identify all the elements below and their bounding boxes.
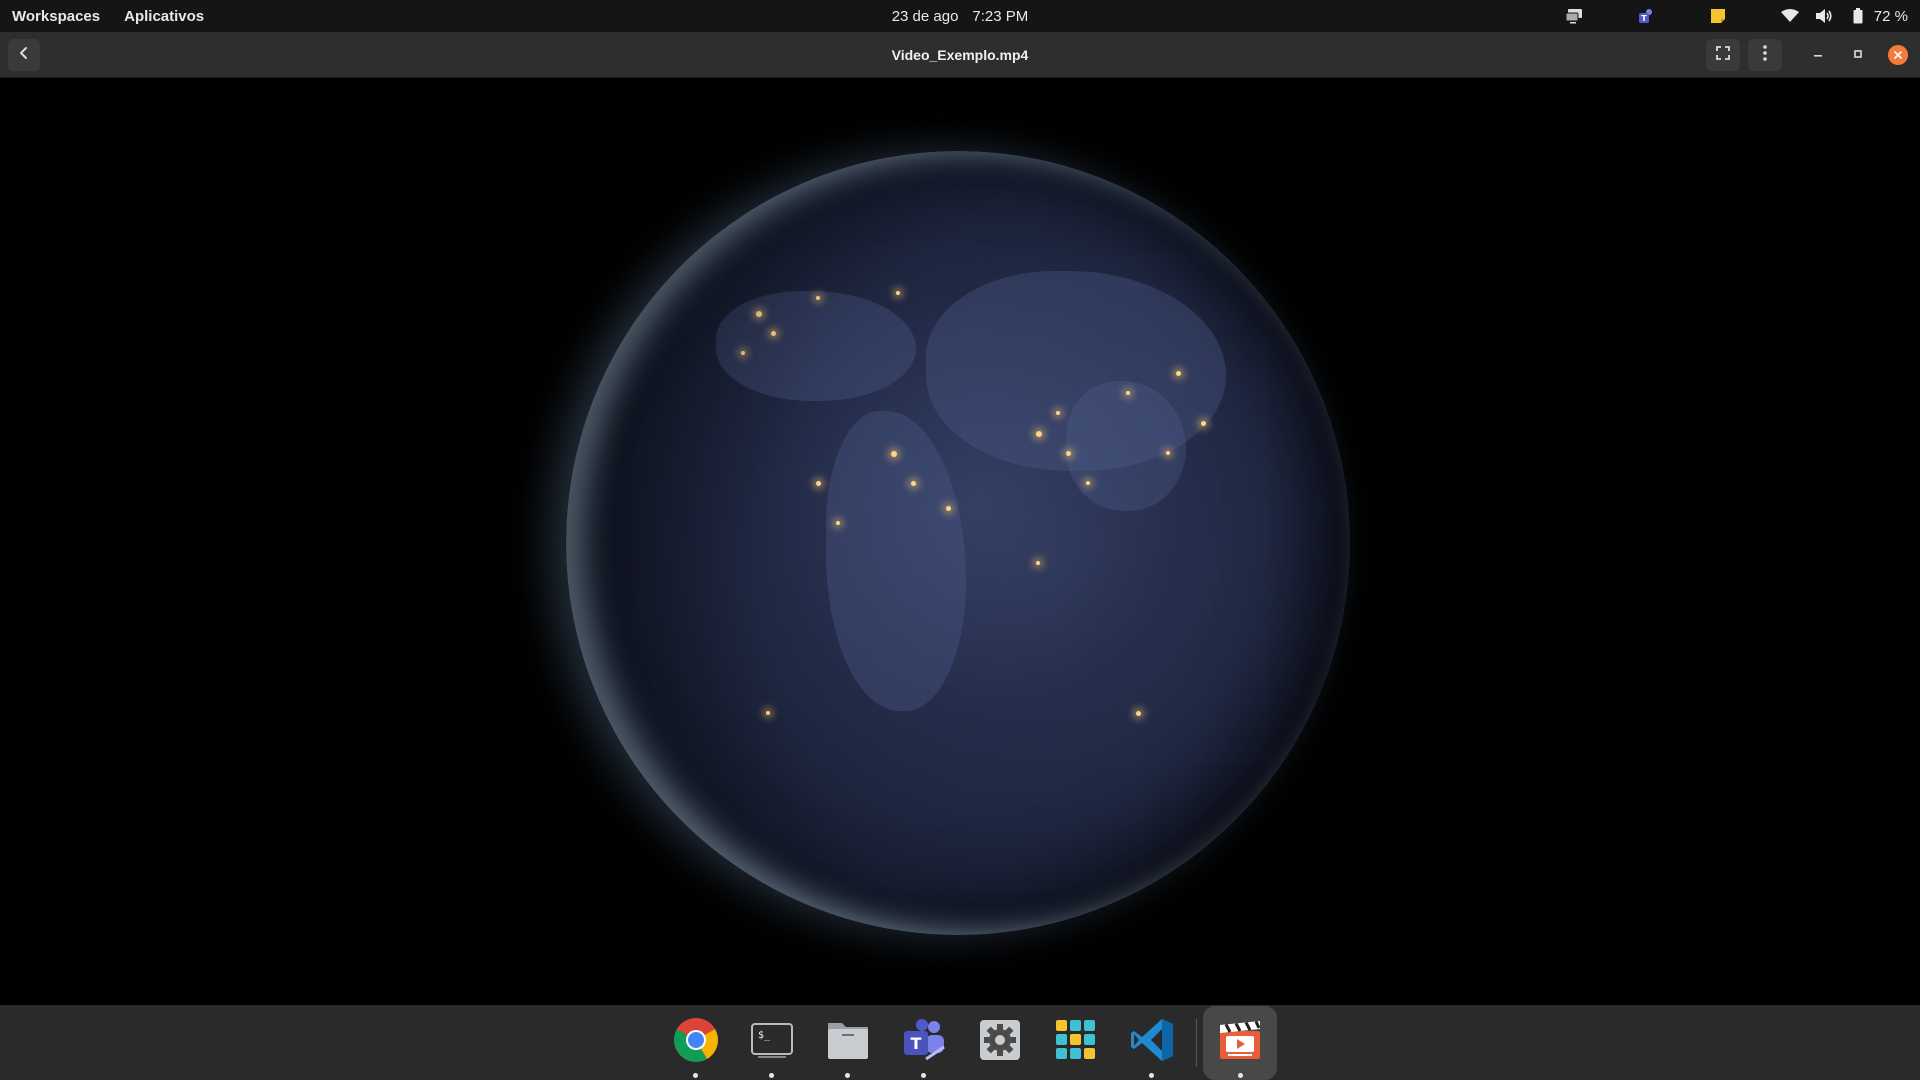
fullscreen-button[interactable] <box>1706 39 1740 71</box>
minimize-button[interactable] <box>1804 41 1832 69</box>
maximize-button[interactable] <box>1844 41 1872 69</box>
minimize-icon <box>1813 46 1823 64</box>
workspaces-button[interactable]: Workspaces <box>12 8 100 25</box>
time-label[interactable]: 7:23 PM <box>972 8 1028 25</box>
chrome-icon <box>672 1016 720 1069</box>
applications-button[interactable]: Aplicativos <box>124 8 204 25</box>
dock-item-vscode[interactable] <box>1114 1005 1190 1080</box>
window-title: Video_Exemplo.mp4 <box>891 47 1029 63</box>
dock-item-chrome[interactable] <box>658 1005 734 1080</box>
vscode-icon <box>1129 1017 1175 1068</box>
battery-icon[interactable] <box>1848 6 1868 26</box>
screen-share-icon[interactable] <box>1564 6 1584 26</box>
header-controls <box>1698 39 1908 71</box>
dock-items: $_ T <box>658 1005 1277 1080</box>
notes-tray-icon[interactable] <box>1708 6 1728 26</box>
running-indicator <box>921 1073 926 1078</box>
wifi-icon[interactable] <box>1780 6 1800 26</box>
svg-text:T: T <box>1641 14 1647 23</box>
running-indicator <box>693 1073 698 1078</box>
top-panel: Workspaces Aplicativos 23 de ago 7:23 PM… <box>0 0 1920 32</box>
fullscreen-icon <box>1716 45 1730 65</box>
dock-item-teams[interactable]: T <box>886 1005 962 1080</box>
app-grid-icon <box>1055 1019 1097 1066</box>
back-icon <box>17 46 31 65</box>
top-panel-left: Workspaces Aplicativos <box>12 0 204 32</box>
running-indicator <box>769 1073 774 1078</box>
files-icon <box>826 1019 870 1066</box>
battery-percent[interactable]: 72 % <box>1874 8 1908 25</box>
running-indicator <box>1149 1073 1154 1078</box>
video-frame-earth <box>566 151 1350 935</box>
window-header: Video_Exemplo.mp4 <box>0 32 1920 78</box>
teams-icon: T <box>900 1017 948 1068</box>
svg-text:T: T <box>911 1034 922 1053</box>
close-button[interactable] <box>1888 45 1908 65</box>
teams-tray-icon[interactable]: T <box>1636 6 1656 26</box>
volume-icon[interactable] <box>1814 6 1834 26</box>
video-player-icon <box>1218 1020 1262 1066</box>
dock-item-settings[interactable] <box>962 1005 1038 1080</box>
video-playback-area[interactable] <box>0 79 1920 1005</box>
dock-item-video-player[interactable] <box>1203 1006 1277 1080</box>
menu-button[interactable] <box>1748 39 1782 71</box>
dock-item-files[interactable] <box>810 1005 886 1080</box>
date-label[interactable]: 23 de ago <box>892 8 959 25</box>
system-tray: T 72 % <box>1564 0 1908 32</box>
dock-separator <box>1196 1018 1197 1067</box>
dock-item-app-grid[interactable] <box>1038 1005 1114 1080</box>
terminal-icon: $_ <box>750 1020 794 1065</box>
running-indicator <box>845 1073 850 1078</box>
maximize-icon <box>1853 46 1863 64</box>
dock-item-terminal[interactable]: $_ <box>734 1005 810 1080</box>
back-button[interactable] <box>8 39 40 71</box>
settings-icon <box>978 1018 1022 1067</box>
svg-text:$_: $_ <box>758 1030 771 1041</box>
running-indicator <box>1238 1073 1243 1078</box>
dock: $_ T <box>0 1005 1920 1080</box>
close-icon <box>1894 46 1902 64</box>
menu-icon <box>1763 44 1767 66</box>
